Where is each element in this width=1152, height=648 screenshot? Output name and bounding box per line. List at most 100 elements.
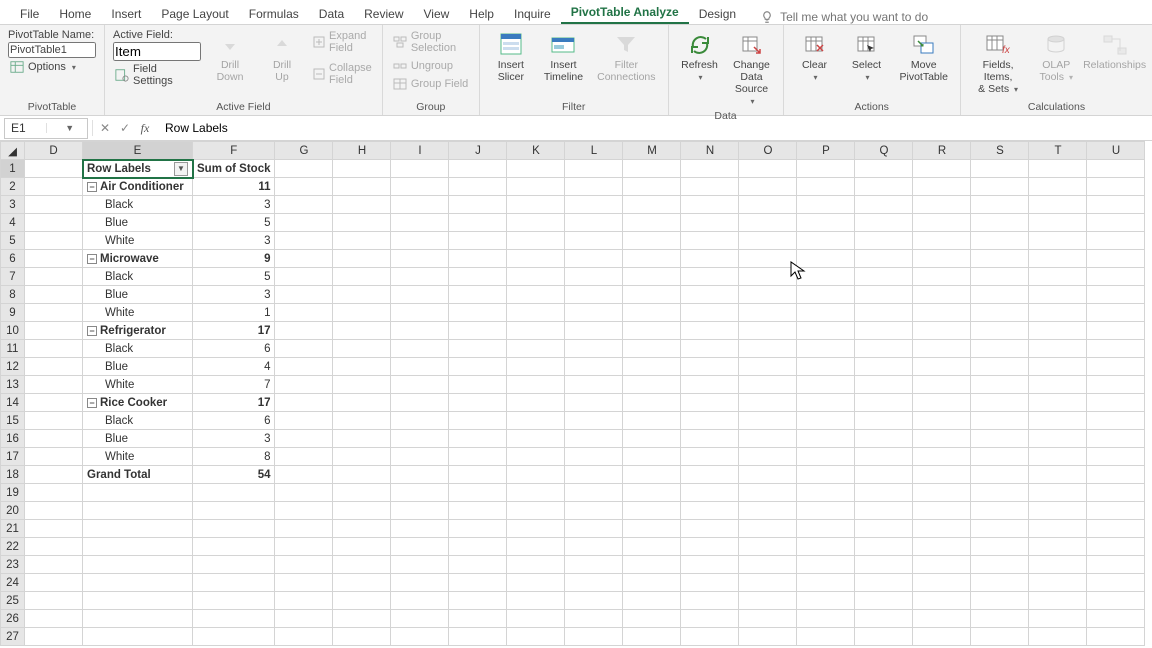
cell[interactable] [565, 394, 623, 412]
cell[interactable] [681, 376, 739, 394]
cell[interactable] [797, 268, 855, 286]
cell[interactable] [739, 538, 797, 556]
cell[interactable] [25, 430, 83, 448]
cell[interactable] [391, 394, 449, 412]
cell[interactable] [565, 358, 623, 376]
tab-design[interactable]: Design [689, 3, 746, 24]
cell[interactable] [681, 592, 739, 610]
cell[interactable] [25, 628, 83, 646]
cell[interactable] [391, 502, 449, 520]
cell[interactable] [333, 610, 391, 628]
cell[interactable] [913, 196, 971, 214]
cell[interactable]: 3 [193, 232, 275, 250]
cell[interactable] [855, 376, 913, 394]
cell[interactable] [1087, 448, 1145, 466]
row-header[interactable]: 20 [1, 502, 25, 520]
cell[interactable] [1029, 340, 1087, 358]
cell[interactable] [971, 160, 1029, 178]
cell[interactable] [1029, 502, 1087, 520]
cell[interactable] [25, 610, 83, 628]
cell[interactable] [333, 412, 391, 430]
cell[interactable] [1029, 376, 1087, 394]
cell[interactable] [507, 628, 565, 646]
cell[interactable] [855, 412, 913, 430]
cell[interactable] [449, 304, 507, 322]
row-header[interactable]: 21 [1, 520, 25, 538]
cell[interactable] [507, 484, 565, 502]
cell[interactable] [855, 340, 913, 358]
cell[interactable] [565, 268, 623, 286]
cell[interactable]: Grand Total [83, 466, 193, 484]
cell[interactable] [681, 250, 739, 268]
cell[interactable] [1087, 502, 1145, 520]
cell[interactable]: 17 [193, 322, 275, 340]
cell[interactable] [193, 628, 275, 646]
cell[interactable] [275, 520, 333, 538]
cell[interactable] [333, 160, 391, 178]
cell[interactable] [275, 430, 333, 448]
cell[interactable] [391, 322, 449, 340]
cell[interactable] [855, 232, 913, 250]
column-header-U[interactable]: U [1087, 142, 1145, 160]
cell[interactable] [739, 250, 797, 268]
cell[interactable] [971, 250, 1029, 268]
cell[interactable] [1087, 268, 1145, 286]
pivottable-options-button[interactable]: Options▾ [8, 59, 96, 75]
cell[interactable] [275, 304, 333, 322]
cell[interactable] [855, 592, 913, 610]
cell[interactable] [913, 214, 971, 232]
cell[interactable] [507, 376, 565, 394]
row-header[interactable]: 1 [1, 160, 25, 178]
cell[interactable] [1029, 232, 1087, 250]
cell[interactable] [83, 574, 193, 592]
cell[interactable] [855, 160, 913, 178]
cell[interactable]: 7 [193, 376, 275, 394]
cell[interactable] [971, 412, 1029, 430]
cell[interactable] [565, 484, 623, 502]
cell[interactable] [623, 466, 681, 484]
cell[interactable] [913, 502, 971, 520]
cell[interactable] [391, 592, 449, 610]
cell[interactable]: 5 [193, 214, 275, 232]
cell[interactable] [797, 502, 855, 520]
cell[interactable] [449, 610, 507, 628]
column-header-D[interactable]: D [25, 142, 83, 160]
cell[interactable] [333, 430, 391, 448]
field-settings-button[interactable]: Field Settings [113, 62, 201, 88]
cell[interactable] [391, 268, 449, 286]
tell-me-input[interactable] [780, 10, 1000, 24]
fields-items-sets-button[interactable]: fx Fields, Items,& Sets ▾ [969, 29, 1027, 96]
cell[interactable] [971, 556, 1029, 574]
cell[interactable] [797, 538, 855, 556]
cell[interactable] [623, 268, 681, 286]
cell[interactable] [623, 412, 681, 430]
cell[interactable] [971, 358, 1029, 376]
cell[interactable] [623, 340, 681, 358]
cell[interactable] [83, 502, 193, 520]
cell[interactable] [1029, 448, 1087, 466]
row-header[interactable]: 15 [1, 412, 25, 430]
cell[interactable] [565, 448, 623, 466]
cell[interactable] [333, 376, 391, 394]
cell[interactable] [913, 412, 971, 430]
cell[interactable] [797, 556, 855, 574]
cell[interactable] [333, 196, 391, 214]
cell[interactable] [507, 196, 565, 214]
cell[interactable]: 5 [193, 268, 275, 286]
cell[interactable] [193, 556, 275, 574]
cell[interactable]: 6 [193, 412, 275, 430]
insert-function-button[interactable]: fx [135, 121, 155, 136]
cell[interactable]: 3 [193, 286, 275, 304]
cell[interactable] [971, 448, 1029, 466]
cell[interactable] [855, 196, 913, 214]
cell[interactable] [739, 322, 797, 340]
pivot-filter-button[interactable]: ▼ [174, 162, 188, 176]
cell[interactable]: Blue [83, 430, 193, 448]
cell[interactable] [797, 286, 855, 304]
cell[interactable] [855, 484, 913, 502]
tell-me-search[interactable] [760, 10, 1000, 24]
cell[interactable] [333, 538, 391, 556]
cell[interactable]: Sum of Stock [193, 160, 275, 178]
cell[interactable] [449, 430, 507, 448]
cell[interactable] [449, 322, 507, 340]
